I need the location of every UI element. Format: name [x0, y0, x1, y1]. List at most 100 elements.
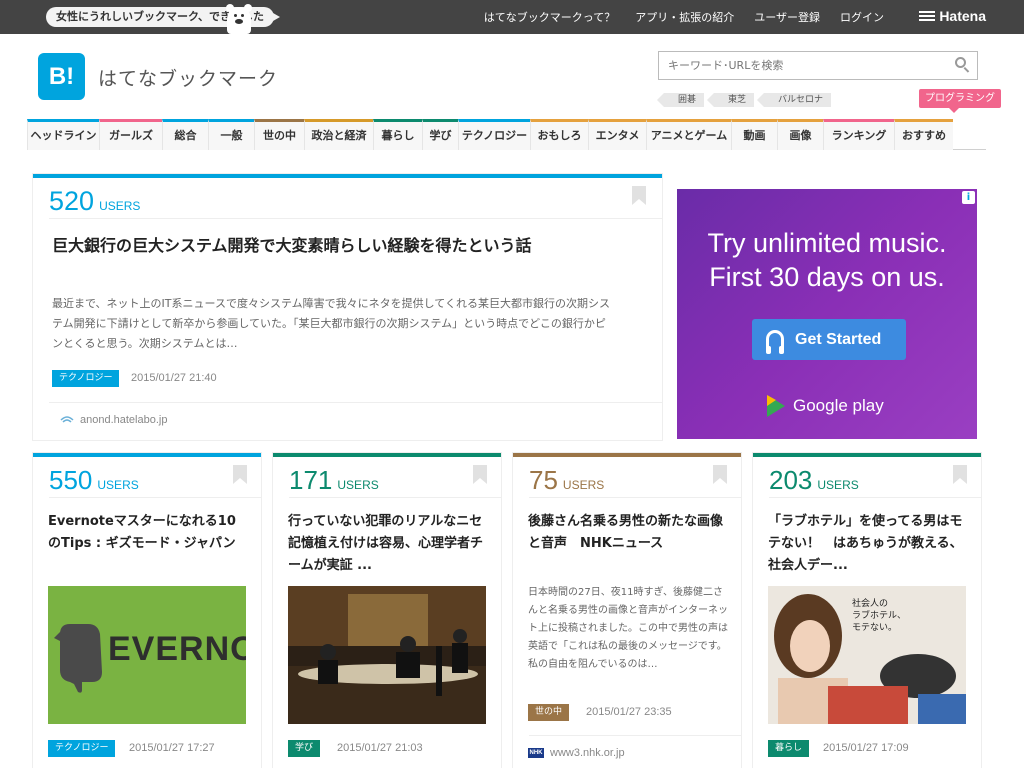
google-play-logo: Google play: [767, 395, 884, 417]
bookmark-icon[interactable]: [473, 465, 487, 484]
top-link-login[interactable]: ログイン: [840, 9, 884, 25]
thumbnail-caption: 社会人の ラブホテル、 モテない。: [852, 599, 907, 633]
search-input[interactable]: [659, 52, 939, 79]
category-tab[interactable]: ガールズ: [99, 119, 162, 150]
search-icon[interactable]: [955, 57, 970, 73]
users-count[interactable]: 550 USERS: [49, 465, 139, 496]
trending-tag[interactable]: バルセロナ: [757, 93, 832, 107]
bookmark-icon[interactable]: [632, 186, 646, 205]
trending-tag[interactable]: 囲碁: [656, 93, 705, 107]
users-number: 550: [49, 465, 93, 495]
category-tab[interactable]: ランキング: [823, 119, 894, 150]
entry-date: 2015/01/27 23:35: [586, 706, 672, 718]
category-badge[interactable]: 暮らし: [768, 740, 810, 757]
entry-date: 2015/01/27 17:09: [823, 742, 909, 754]
search-box: [658, 51, 978, 80]
category-tab[interactable]: おすすめ: [894, 119, 953, 150]
thumbnail-photo: [288, 586, 486, 724]
bookmark-icon[interactable]: [233, 465, 247, 484]
entry-title[interactable]: 巨大銀行の巨大システム開発で大変素晴らしい経験を得たという話: [52, 233, 592, 259]
category-tab[interactable]: 総合: [162, 119, 208, 150]
entry-title[interactable]: 「ラブホテル」を使ってる男はモテない！ はあちゅうが教える、社会人デー...: [768, 511, 968, 577]
category-badge[interactable]: 学び: [288, 740, 321, 757]
hatena-brand-text: Hatena: [939, 8, 986, 24]
ad-headline: Try unlimited music. First 30 days on us…: [677, 226, 977, 294]
entry-source[interactable]: NHK www3.nhk.or.jp: [528, 747, 625, 759]
entry-thumbnail[interactable]: EVERNOTE: [48, 586, 246, 724]
entry-card: 75 USERS 後藤さん名乗る男性の新たな画像と音声 NHKニュース 日本時間の…: [513, 453, 741, 768]
users-number: 171: [289, 465, 333, 495]
top-link-about[interactable]: はてなブックマークって？: [484, 9, 615, 25]
top-nav: はてなブックマークって？ アプリ・拡張の紹介 ユーザー登録 ログイン: [464, 0, 884, 34]
category-tab[interactable]: 画像: [777, 119, 823, 150]
top-link-apps[interactable]: アプリ・拡張の紹介: [635, 9, 734, 25]
entry-thumbnail[interactable]: 社会人の ラブホテル、 モテない。: [768, 586, 966, 724]
ad-info-icon[interactable]: i: [962, 191, 975, 204]
card-accent-bar: [33, 453, 261, 457]
trending-tag[interactable]: 東芝: [707, 93, 755, 107]
thumbnail-text: EVERNOTE: [108, 630, 246, 668]
category-badge[interactable]: テクノロジー: [48, 740, 116, 757]
users-number: 203: [769, 465, 813, 495]
category-tab[interactable]: 学び: [422, 119, 458, 150]
store-name: Google play: [793, 396, 884, 415]
entry-title[interactable]: 後藤さん名乗る男性の新たな画像と音声 NHKニュース: [528, 511, 733, 555]
category-tab[interactable]: おもしろ: [530, 119, 588, 150]
hatena-logo[interactable]: Hatena: [919, 8, 986, 24]
divider: [769, 497, 981, 498]
entry-date: 2015/01/27 17:27: [129, 742, 215, 754]
source-domain: www3.nhk.or.jp: [550, 747, 625, 759]
nhk-favicon-icon: NHK: [528, 748, 544, 758]
users-count[interactable]: 75 USERS: [529, 465, 604, 496]
category-tab[interactable]: 動画: [731, 119, 777, 150]
headphones-icon: [766, 330, 784, 354]
ad-headline-line-2: First 30 days on us.: [709, 262, 945, 292]
divider: [529, 735, 741, 736]
bookmark-icon[interactable]: [713, 465, 727, 484]
entry-thumbnail[interactable]: [288, 586, 486, 724]
category-tab[interactable]: ヘッドライン: [27, 119, 99, 150]
category-badge[interactable]: 世の中: [528, 704, 570, 721]
entry-description: 日本時間の27日、夜11時すぎ、後藤健二さんと名乗る男性の画像と音声がインターネ…: [528, 587, 728, 670]
users-label: USERS: [562, 478, 605, 492]
divider: [529, 497, 741, 498]
ad-headline-line-1: Try unlimited music.: [707, 228, 947, 258]
divider: [49, 497, 261, 498]
category-badge[interactable]: テクノロジー: [52, 370, 120, 387]
category-tab[interactable]: エンタメ: [588, 119, 646, 150]
bookmark-icon[interactable]: [953, 465, 967, 484]
advertisement[interactable]: i Try unlimited music. First 30 days on …: [677, 189, 977, 439]
source-domain: anond.hatelabo.jp: [80, 414, 168, 426]
site-logo[interactable]: B!: [38, 53, 85, 100]
card-accent-bar: [33, 174, 662, 178]
users-count[interactable]: 520 USERS: [49, 186, 140, 217]
entry-date: 2015/01/27 21:03: [337, 742, 423, 754]
ad-get-started-button[interactable]: Get Started: [752, 319, 906, 360]
users-label: USERS: [99, 199, 141, 213]
entry-title[interactable]: Evernoteマスターになれる10のTips : ギズモード・ジャパン: [48, 511, 248, 555]
users-count[interactable]: 171 USERS: [289, 465, 379, 496]
top-bar: 女性にうれしいブックマーク、できました はてなブックマークって？ アプリ・拡張の…: [0, 0, 1024, 34]
card-accent-bar: [273, 453, 501, 457]
highlight-tag[interactable]: プログラミング: [919, 89, 1001, 113]
category-tab[interactable]: 政治と経済: [304, 119, 373, 150]
bear-mascot-icon: [225, 4, 253, 34]
site-title[interactable]: はてなブックマーク: [98, 64, 278, 91]
category-tab[interactable]: アニメとゲーム: [646, 119, 731, 150]
entry-title[interactable]: 行っていない犯罪のリアルなニセ記憶植え付けは容易、心理学者チームが実証 ...: [288, 511, 488, 577]
category-tab[interactable]: 世の中: [254, 119, 304, 150]
category-tab[interactable]: テクノロジー: [458, 119, 530, 150]
entry-card: 171 USERS 行っていない犯罪のリアルなニセ記憶植え付けは容易、心理学者チー…: [273, 453, 501, 768]
users-count[interactable]: 203 USERS: [769, 465, 859, 496]
entry-description: 最近まで、ネット上のIT系ニュースで度々システム障害で我々にネタを提供してくれる…: [52, 297, 610, 350]
category-tab[interactable]: 暮らし: [373, 119, 422, 150]
category-tab[interactable]: 一般: [208, 119, 254, 150]
divider: [49, 402, 662, 403]
anond-favicon-icon: [60, 416, 74, 423]
category-nav: ヘッドライン ガールズ 総合 一般 世の中 政治と経済 暮らし 学び テクノロジー おもしろ エンタ…: [27, 119, 986, 150]
users-label: USERS: [97, 478, 139, 492]
entry-source[interactable]: anond.hatelabo.jp: [60, 414, 167, 426]
top-link-register[interactable]: ユーザー登録: [754, 9, 820, 25]
entry-date: 2015/01/27 21:40: [131, 372, 217, 384]
play-store-icon: [767, 395, 785, 417]
